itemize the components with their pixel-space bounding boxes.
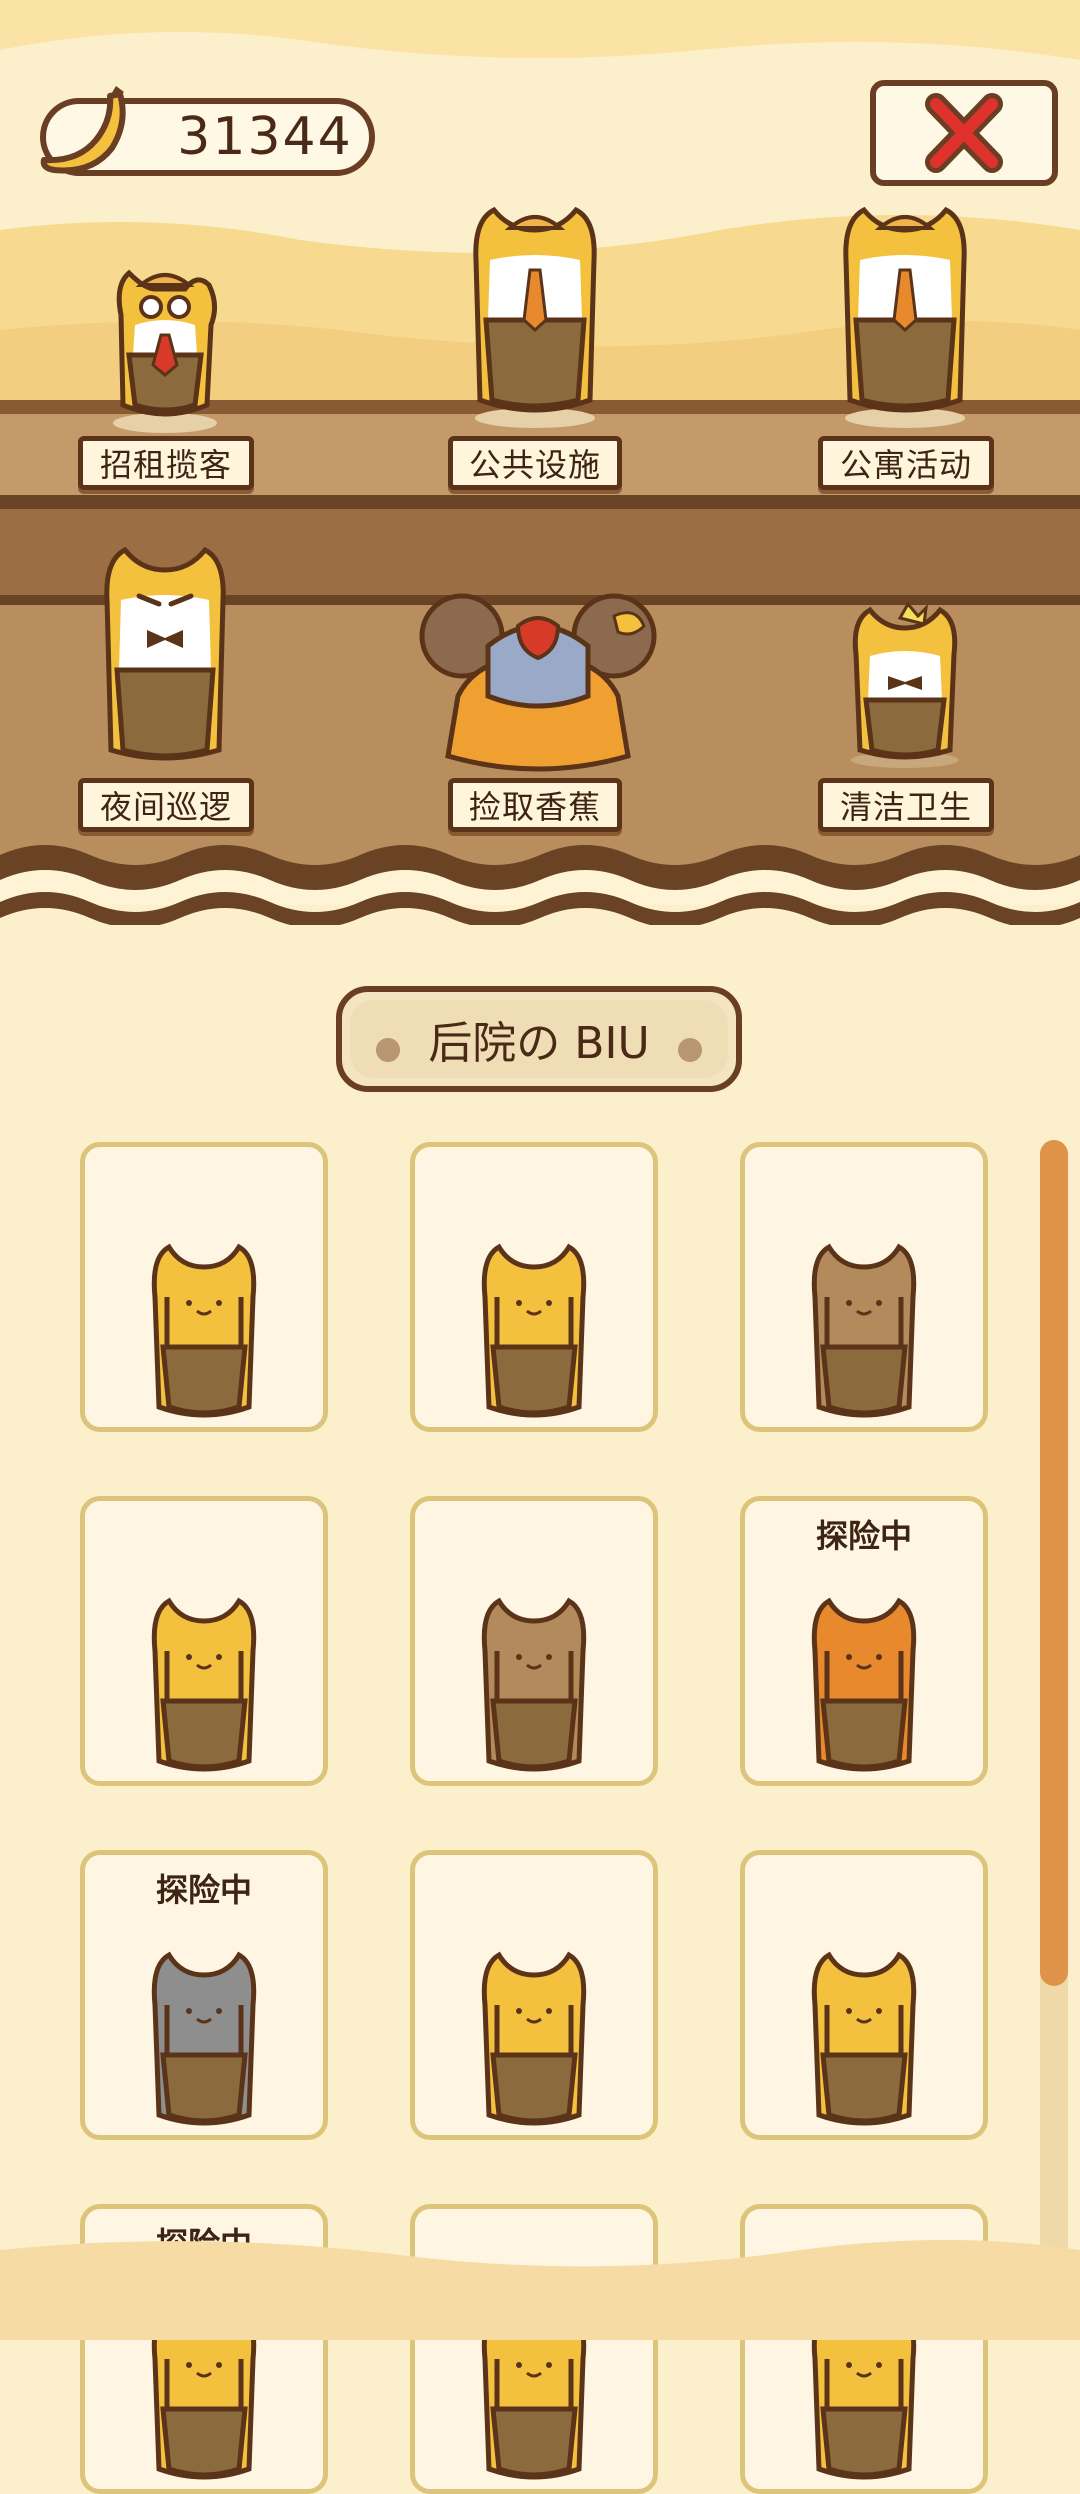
biu-card[interactable]: [410, 1850, 658, 2140]
cat-character: [811, 1243, 917, 1418]
plaque-dot-right: [678, 1038, 702, 1062]
job-label-recruiting[interactable]: 招租揽客: [78, 436, 254, 490]
biu-card[interactable]: 探险中: [80, 1850, 328, 2140]
job-character-recruiting[interactable]: [85, 255, 245, 435]
cat-character: [151, 1243, 257, 1418]
cat-character: [481, 1243, 587, 1418]
section-title-plaque: 后院の BIU: [336, 986, 742, 1092]
job-character-banana[interactable]: [418, 586, 658, 786]
job-label-cleaning[interactable]: 清洁卫生: [818, 778, 994, 832]
biu-card[interactable]: [410, 1142, 658, 1432]
job-label-facilities[interactable]: 公共设施: [448, 436, 622, 490]
biu-card[interactable]: [80, 1142, 328, 1432]
close-x-icon: [925, 93, 1003, 173]
biu-card[interactable]: [410, 1496, 658, 1786]
job-label-banana[interactable]: 捡取香蕉: [448, 778, 622, 832]
biu-card[interactable]: [80, 1496, 328, 1786]
cat-character: [811, 1951, 917, 2126]
section-title: 后院の BIU: [428, 1018, 650, 1069]
card-status: 探险中: [815, 1517, 912, 1555]
job-character-cleaning[interactable]: [830, 600, 980, 770]
biu-card[interactable]: 探险中: [740, 1496, 988, 1786]
job-character-events[interactable]: [820, 200, 990, 430]
job-character-patrol[interactable]: [85, 540, 245, 770]
cat-character: [481, 1951, 587, 2126]
bottom-decoration: [0, 2240, 1080, 2340]
cat-character: [151, 1597, 257, 1772]
cat-character: [481, 1597, 587, 1772]
job-label-patrol[interactable]: 夜间巡逻: [78, 778, 254, 832]
cat-character: [151, 1951, 257, 2126]
job-character-facilities[interactable]: [450, 200, 620, 430]
job-label-events[interactable]: 公寓活动: [818, 436, 994, 490]
cat-character: [811, 1597, 917, 1772]
banana-count: 31344: [177, 107, 353, 167]
close-button[interactable]: [870, 80, 1058, 186]
scrollbar-thumb[interactable]: [1040, 1140, 1068, 1986]
biu-card[interactable]: [740, 1850, 988, 2140]
plaque-dot-left: [376, 1038, 400, 1062]
banana-icon: [40, 86, 126, 174]
card-status: 探险中: [155, 1871, 252, 1909]
biu-card[interactable]: [740, 1142, 988, 1432]
